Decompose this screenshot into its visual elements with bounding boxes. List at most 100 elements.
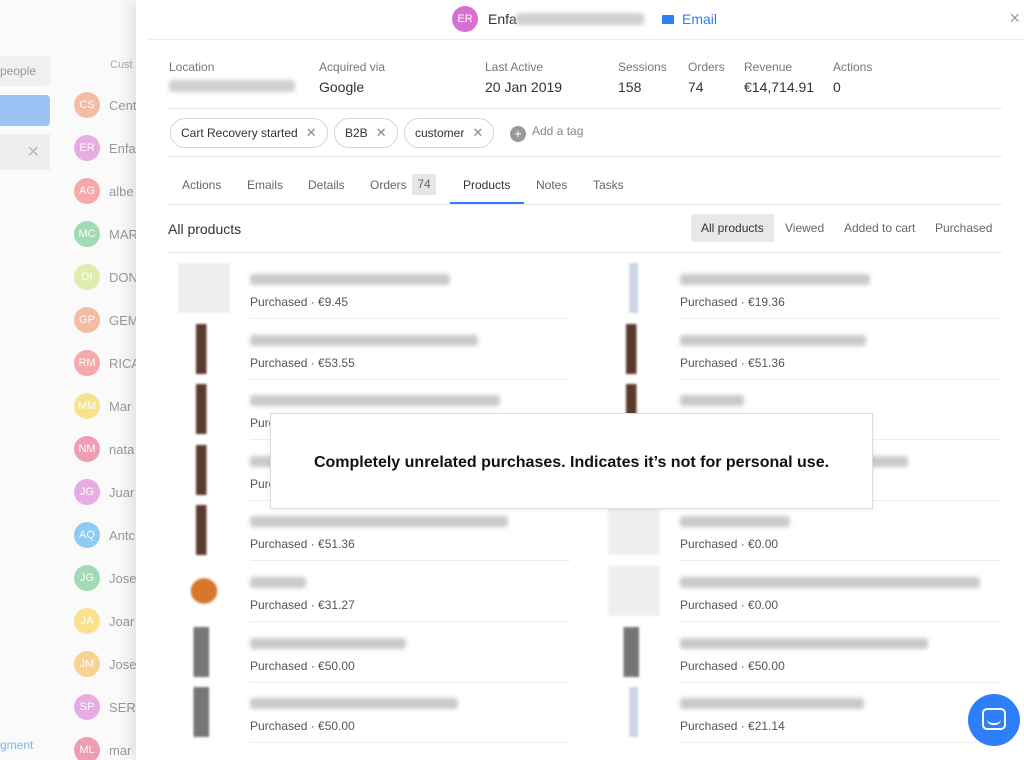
product-thumbnail <box>178 505 230 556</box>
tab-tasks[interactable]: Tasks <box>593 178 624 192</box>
product-title-blurred <box>680 577 980 588</box>
product-status: Purchased · €50.00 <box>250 658 355 673</box>
close-icon[interactable]: ✕ <box>306 125 317 140</box>
product-row[interactable]: Purchased · €50.00 <box>170 619 570 683</box>
divider <box>168 108 1002 109</box>
product-thumbnail <box>608 687 660 738</box>
tag-chip[interactable]: B2B ✕ <box>334 118 398 148</box>
product-row[interactable]: Purchased · €50.00 <box>170 679 570 744</box>
tab-notes[interactable]: Notes <box>536 178 567 192</box>
product-title-blurred <box>680 274 870 285</box>
product-status: Purchased · €0.00 <box>680 537 779 552</box>
customer-list-background: people ✕ Cust CS Cent ER Enfa AG albe MC MAR DI D… <box>0 0 140 760</box>
annotation-text: Completely unrelated purchases. Indicate… <box>313 454 830 471</box>
close-icon[interactable]: ✕ <box>472 125 483 140</box>
customer-list-row[interactable]: GP GEM <box>74 307 144 335</box>
customer-name: nata <box>109 442 135 457</box>
tab-products[interactable]: Products <box>463 178 510 192</box>
stat-label: Last Active <box>485 60 544 74</box>
filter-viewed[interactable]: Viewed <box>775 214 834 242</box>
customer-name: SER <box>109 700 136 715</box>
filter-added-to-cart[interactable]: Added to cart <box>834 214 925 242</box>
customer-list-row[interactable]: JA Joar <box>74 608 144 636</box>
product-thumbnail <box>178 566 230 616</box>
divider <box>680 742 1000 744</box>
customer-list-row[interactable]: ML mar <box>74 737 144 760</box>
segment-link[interactable]: gment <box>0 738 33 752</box>
customer-list-row[interactable]: NM nata <box>74 436 144 464</box>
avatar: AG <box>74 178 100 204</box>
stat-value: 20 Jan 2019 <box>485 79 563 95</box>
product-thumbnail <box>608 626 660 677</box>
chat-launcher-button[interactable] <box>968 694 1020 746</box>
customer-name: Cent <box>109 98 137 113</box>
product-title-blurred <box>250 274 450 285</box>
product-row[interactable]: Purchased · €21.14 <box>600 679 1000 744</box>
product-title-blurred <box>680 637 928 649</box>
product-title-blurred <box>680 334 866 346</box>
orders-count-badge: 74 <box>412 174 436 195</box>
product-row[interactable]: Purchased · €51.36 <box>600 316 1000 380</box>
product-status: Purchased · €19.36 <box>680 295 785 309</box>
people-search-input[interactable]: people <box>0 56 50 86</box>
panel-header: ER Enfa Email × <box>148 0 1024 40</box>
tab-details[interactable]: Details <box>308 178 345 192</box>
stat-value: 0 <box>833 79 841 95</box>
close-icon[interactable]: ✕ <box>376 125 387 140</box>
product-thumbnail <box>178 444 230 495</box>
tag-chip[interactable]: customer ✕ <box>404 118 495 148</box>
customer-list-row[interactable]: RM RICA <box>74 350 144 378</box>
tag-label: Cart Recovery started <box>181 126 298 140</box>
filter-chip[interactable]: ✕ <box>0 134 50 170</box>
add-tag-button[interactable]: + Add a tag <box>510 124 583 142</box>
tag-chip[interactable]: Cart Recovery started ✕ <box>170 118 328 148</box>
stat-value: Google <box>319 79 365 95</box>
customer-name: Enfa <box>109 141 136 156</box>
product-title-blurred <box>250 637 406 649</box>
customer-name: Joar <box>109 614 135 629</box>
tab-actions[interactable]: Actions <box>182 178 221 192</box>
product-row[interactable]: Purchased · €0.00 <box>600 558 1000 622</box>
avatar: ML <box>74 737 100 760</box>
product-row[interactable]: Purchased · €19.36 <box>600 255 1000 319</box>
customer-list-row[interactable]: MC MAR <box>74 221 144 249</box>
tab-orders[interactable]: Orders <box>370 178 407 192</box>
product-thumbnail <box>608 323 660 374</box>
tab-emails[interactable]: Emails <box>247 178 283 192</box>
customer-list-row[interactable]: JM Jose <box>74 651 144 679</box>
customer-list-row[interactable]: SP SER <box>74 694 144 722</box>
annotation-callout: Completely unrelated purchases. Indicate… <box>270 413 873 509</box>
customer-list-row[interactable]: CS Cent <box>74 92 144 120</box>
stat-value: 74 <box>688 79 704 95</box>
customer-name: Mar <box>109 399 132 414</box>
customer-list-row[interactable]: MM Mar <box>74 393 144 421</box>
product-row[interactable]: Purchased · €9.45 <box>170 255 570 319</box>
filter-all-products[interactable]: All products <box>691 214 774 242</box>
product-row[interactable]: Purchased · €50.00 <box>600 619 1000 683</box>
filter-purchased[interactable]: Purchased <box>925 214 1002 242</box>
customer-name: Enfa <box>488 11 517 27</box>
customer-list-row[interactable]: AQ Antc <box>74 522 144 550</box>
customer-list-row[interactable]: JG Jose <box>74 565 144 593</box>
customer-name: Jose <box>109 657 137 672</box>
product-thumbnail <box>178 263 230 313</box>
avatar: ER <box>74 135 100 161</box>
customer-name: MAR <box>109 227 138 242</box>
avatar: JM <box>74 651 100 677</box>
selected-segment-button[interactable] <box>0 95 50 126</box>
avatar: RM <box>74 350 100 376</box>
close-icon[interactable]: ✕ <box>27 142 40 162</box>
avatar: CS <box>74 92 100 118</box>
stat-value: €14,714.91 <box>744 79 815 95</box>
product-row[interactable]: Purchased · €53.55 <box>170 316 570 380</box>
customer-list-row[interactable]: ER Enfa <box>74 135 144 163</box>
divider <box>168 204 1002 205</box>
email-button[interactable]: Email <box>682 11 717 27</box>
product-row[interactable]: Purchased · €31.27 <box>170 558 570 622</box>
customer-list-row[interactable]: DI DON <box>74 264 144 292</box>
stat-label: Sessions <box>618 60 667 74</box>
customer-list-row[interactable]: AG albe <box>74 178 144 206</box>
close-icon[interactable]: × <box>1009 8 1020 29</box>
divider <box>168 156 1002 157</box>
customer-list-row[interactable]: JG Juar <box>74 479 144 507</box>
